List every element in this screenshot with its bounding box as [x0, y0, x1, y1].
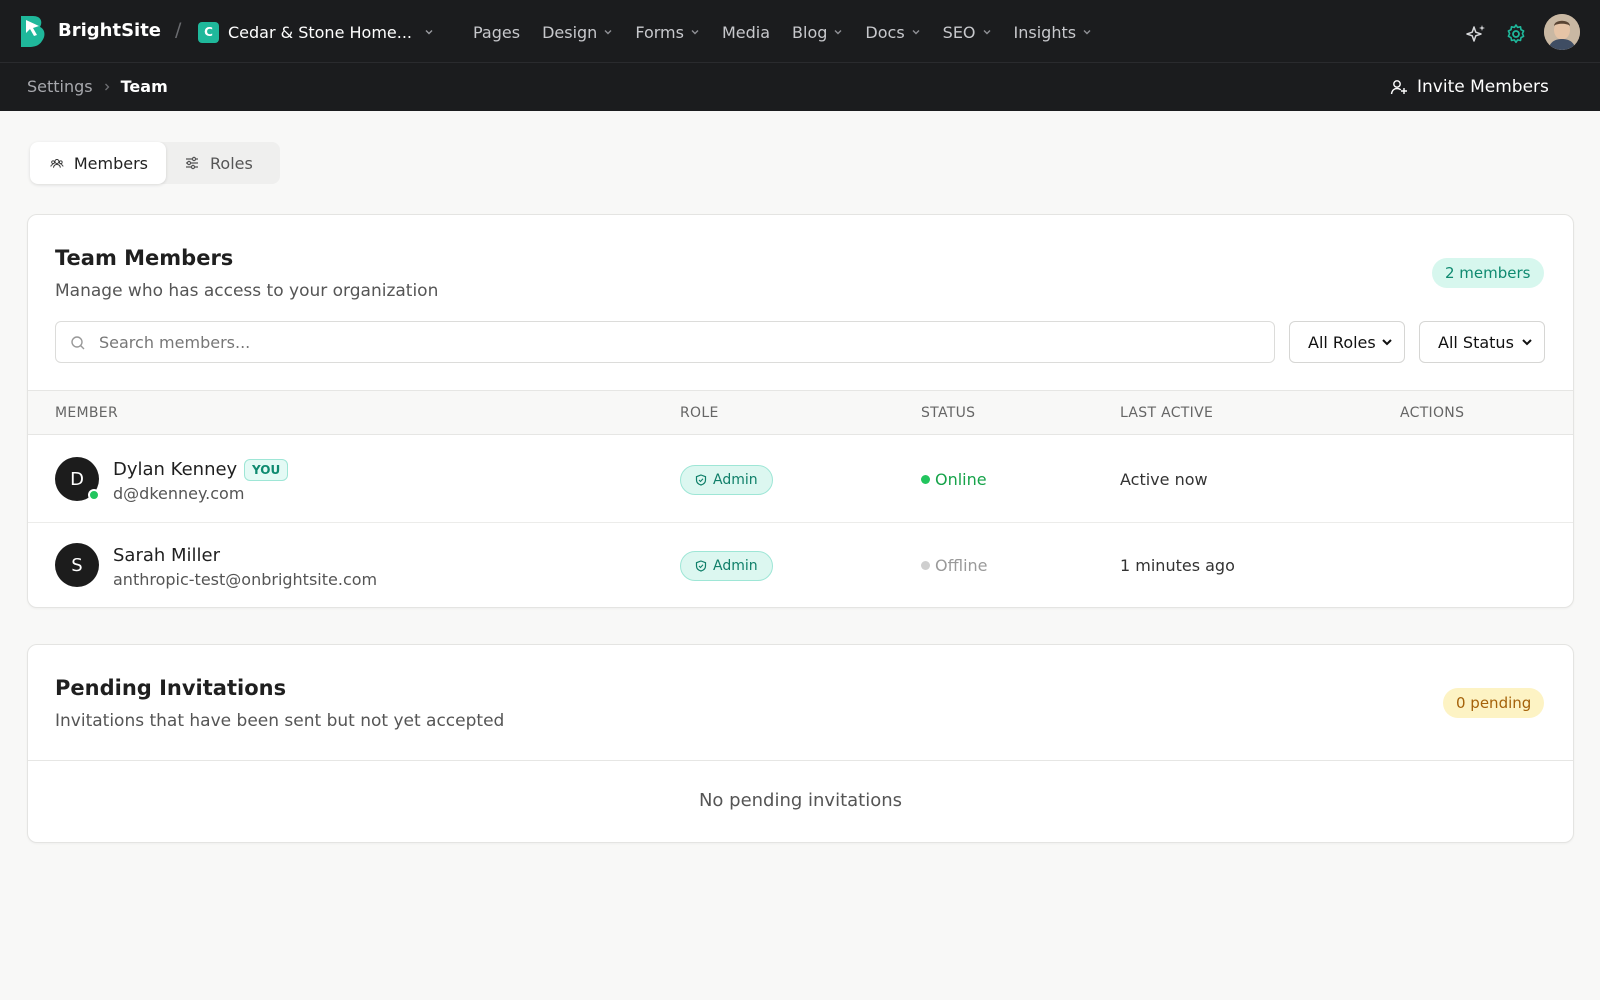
role-badge-label: Admin: [713, 472, 758, 488]
nav-item-design[interactable]: Design: [542, 23, 613, 42]
column-header-member: MEMBER: [55, 405, 118, 421]
nav-item-pages[interactable]: Pages: [473, 23, 520, 42]
search-input[interactable]: [99, 330, 1259, 354]
settings-subbar: Settings Team Invite Members: [0, 63, 1600, 111]
nav-item-label: Design: [542, 22, 598, 42]
user-avatar[interactable]: [1544, 14, 1580, 50]
team-tabs: Members Roles: [30, 142, 280, 184]
ai-sparkle-icon[interactable]: [1465, 23, 1487, 45]
breadcrumb: Settings Team: [27, 77, 168, 96]
role-filter-value: All Roles: [1308, 332, 1376, 352]
tab-members-label: Members: [73, 153, 148, 173]
chevron-down-icon: [425, 30, 433, 35]
main-nav-menu: Pages Design Forms Media Blog Docs SEO I…: [473, 20, 1114, 44]
invite-members-label: Invite Members: [1417, 77, 1549, 97]
pending-invitations-title: Pending Invitations: [55, 676, 287, 700]
team-members-title: Team Members: [55, 246, 234, 270]
brightsite-logo-icon[interactable]: [21, 16, 46, 47]
chevron-down-icon: [691, 30, 699, 35]
empty-state-text: No pending invitations: [698, 790, 903, 811]
chevron-down-icon: [912, 30, 920, 35]
pending-invitations-card: Pending Invitations Invitations that hav…: [27, 644, 1574, 843]
breadcrumb-settings-link[interactable]: Settings: [27, 77, 93, 96]
column-header-role: ROLE: [680, 405, 719, 421]
sliders-icon: [186, 156, 198, 170]
top-navbar: BrightSite / C Cedar & Stone Home... Pag…: [0, 0, 1600, 63]
shield-icon: [695, 560, 707, 572]
user-photo-icon: [1544, 14, 1580, 50]
breadcrumb-divider: /: [175, 19, 182, 41]
nav-item-label: Pages: [473, 22, 521, 42]
status-indicator: Offline: [921, 556, 988, 575]
member-name: Sarah Miller: [113, 545, 221, 566]
last-active-value: 1 minutes ago: [1120, 556, 1235, 575]
chevron-down-icon: [1382, 339, 1392, 346]
chevron-down-icon: [604, 30, 612, 35]
nav-item-docs[interactable]: Docs: [865, 23, 920, 42]
shield-icon: [695, 474, 707, 486]
nav-item-label: Docs: [865, 22, 905, 42]
chevron-right-icon: [104, 83, 110, 90]
users-icon: [50, 158, 64, 168]
team-members-subtitle: Manage who has access to your organizati…: [55, 281, 439, 301]
you-badge: YOU: [244, 459, 289, 481]
table-row[interactable]: S Sarah Miller anthropic-test@onbrightsi…: [28, 522, 1573, 607]
status-filter-select[interactable]: All Status: [1419, 321, 1545, 363]
pending-count-badge: 0 pending: [1443, 688, 1545, 718]
search-icon: [71, 336, 85, 350]
member-avatar: S: [55, 543, 99, 587]
nav-item-label: Media: [721, 22, 771, 42]
chevron-down-icon: [1522, 339, 1532, 346]
tab-roles[interactable]: Roles: [166, 142, 271, 184]
chevron-down-icon: [1083, 30, 1091, 35]
member-name: Dylan Kenney: [113, 459, 238, 480]
search-members-box: [55, 321, 1275, 363]
invite-members-button[interactable]: Invite Members: [1390, 75, 1549, 99]
member-email: d@dkenney.com: [113, 484, 245, 503]
members-table-header: MEMBER ROLE STATUS LAST ACTIVE ACTIONS: [28, 390, 1573, 435]
online-indicator: [88, 489, 100, 501]
role-filter-select[interactable]: All Roles: [1289, 321, 1405, 363]
members-count-badge: 2 members: [1432, 258, 1544, 288]
chevron-down-icon: [834, 30, 842, 35]
nav-item-blog[interactable]: Blog: [792, 23, 843, 42]
member-email: anthropic-test@onbrightsite.com: [113, 570, 378, 589]
nav-item-label: SEO: [942, 22, 976, 42]
nav-item-media[interactable]: Media: [722, 23, 770, 42]
status-label: Online: [935, 470, 987, 489]
chevron-down-icon: [983, 30, 991, 35]
gear-icon[interactable]: [1505, 23, 1527, 45]
brand-name[interactable]: BrightSite: [58, 20, 161, 41]
nav-item-label: Forms: [635, 22, 684, 42]
status-dot: [921, 561, 930, 570]
user-plus-icon: [1390, 80, 1407, 95]
nav-item-label: Blog: [792, 22, 828, 42]
nav-item-seo[interactable]: SEO: [943, 23, 992, 42]
site-avatar: C: [198, 21, 219, 43]
role-badge: Admin: [680, 551, 773, 581]
status-filter-value: All Status: [1438, 332, 1514, 352]
column-header-status: STATUS: [921, 405, 976, 421]
site-name: Cedar & Stone Home...: [228, 22, 412, 42]
nav-item-insights[interactable]: Insights: [1014, 23, 1093, 42]
site-switcher[interactable]: C Cedar & Stone Home...: [198, 20, 434, 44]
status-indicator: Online: [921, 470, 987, 489]
breadcrumb-current: Team: [120, 77, 168, 96]
pending-invitations-subtitle: Invitations that have been sent but not …: [55, 711, 505, 731]
status-dot: [921, 475, 930, 484]
role-badge-label: Admin: [713, 558, 758, 574]
empty-state-message: No pending invitations: [28, 760, 1573, 840]
role-badge: Admin: [680, 465, 773, 495]
nav-item-label: Insights: [1013, 22, 1077, 42]
column-header-last-active: LAST ACTIVE: [1120, 405, 1214, 421]
status-label: Offline: [935, 556, 988, 575]
column-header-actions: ACTIONS: [1400, 405, 1465, 421]
last-active-value: Active now: [1120, 470, 1208, 489]
team-members-card: Team Members Manage who has access to yo…: [27, 214, 1574, 608]
tab-roles-label: Roles: [210, 153, 253, 173]
table-row[interactable]: D Dylan Kenney YOU d@dkenney.com Admin O…: [28, 437, 1573, 522]
nav-item-forms[interactable]: Forms: [635, 23, 700, 42]
tab-members[interactable]: Members: [30, 142, 166, 184]
